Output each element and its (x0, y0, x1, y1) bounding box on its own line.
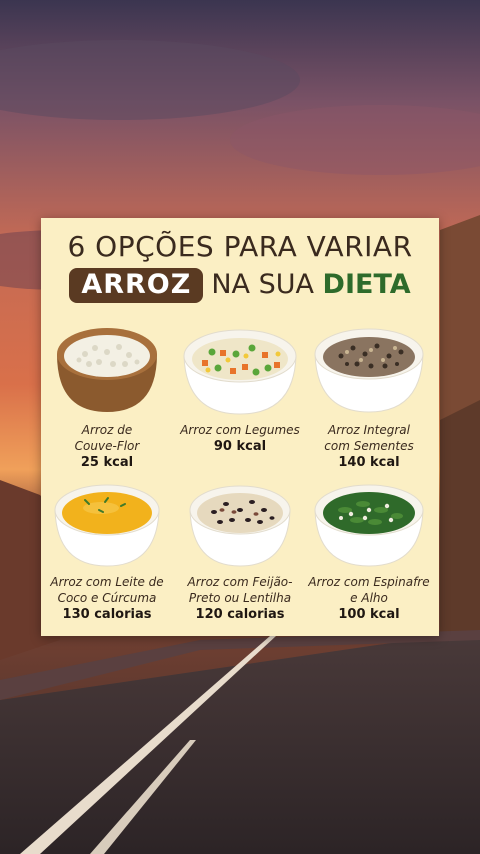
title-highlight-badge: ARROZ (69, 268, 204, 303)
title-line1: 6 OPÇÕES PARA VARIAR (67, 230, 413, 263)
black-bean-rice-bowl-icon (189, 485, 291, 567)
option-calories: 130 calorias (62, 607, 152, 622)
option-calories: 100 kcal (338, 607, 400, 622)
option-name: Arroz com Leite de Coco e Cúrcuma (50, 575, 164, 605)
option-calories: 90 kcal (213, 439, 267, 454)
info-card: 6 OPÇÕES PARA VARIAR ARROZ NA SUA DIETA A… (41, 218, 439, 636)
option-calories: 140 kcal (338, 455, 400, 470)
vegetable-rice-bowl-icon (183, 329, 297, 415)
option-calories: 25 kcal (80, 455, 134, 470)
option-card-2: Arroz com Legumes 90 kcal (174, 324, 306, 454)
title-accent: DIETA (322, 269, 411, 300)
title-line2: ARROZ NA SUA DIETA (41, 268, 439, 303)
option-name: Arroz com Feijão- Preto ou Lentilha (187, 575, 293, 605)
brown-rice-seeds-bowl-icon (314, 328, 424, 413)
cauliflower-rice-bowl-icon (57, 328, 157, 412)
option-calories: 120 calorias (195, 607, 285, 622)
option-card-3: Arroz Integral com Sementes 140 kcal (303, 324, 435, 470)
option-card-5: Arroz com Feijão- Preto ou Lentilha 120 c… (174, 480, 306, 622)
coconut-turmeric-rice-bowl-icon (54, 484, 160, 567)
option-card-1: Arroz de Couve-Flor 25 kcal (41, 324, 173, 470)
option-name: Arroz com Legumes (180, 423, 300, 437)
title-middle: NA SUA (211, 269, 314, 300)
option-name: Arroz de Couve-Flor (74, 423, 140, 453)
option-name: Arroz com Espinafre e Alho (308, 575, 430, 605)
option-card-6: Arroz com Espinafre e Alho 100 kcal (303, 480, 435, 622)
spinach-garlic-rice-bowl-icon (314, 484, 424, 567)
option-name: Arroz Integral com Sementes (324, 423, 414, 453)
option-card-4: Arroz com Leite de Coco e Cúrcuma 130 cal… (41, 480, 173, 622)
